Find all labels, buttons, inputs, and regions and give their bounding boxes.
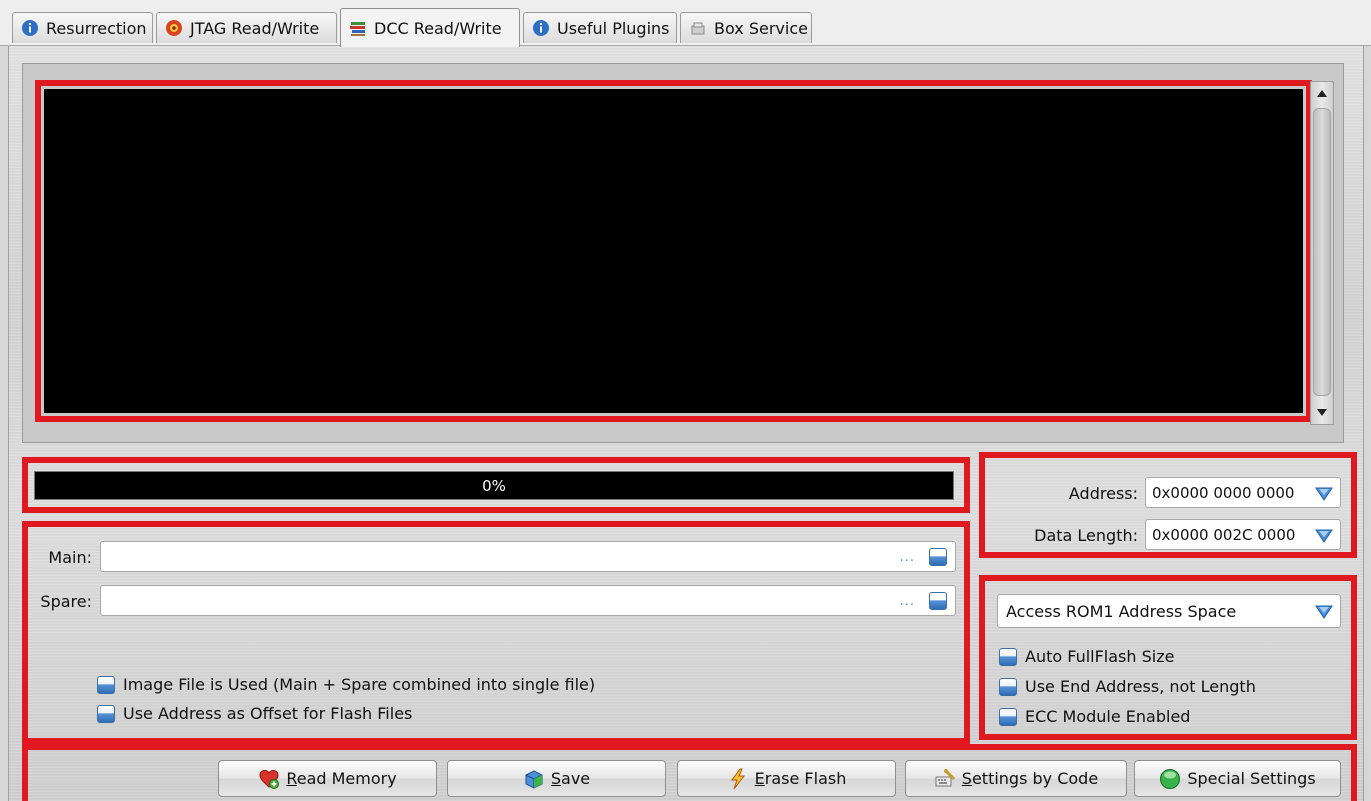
save-box-icon [523, 768, 545, 790]
checkbox-box[interactable] [999, 647, 1017, 666]
progress-text: 0% [482, 476, 506, 495]
main-label: Main: [48, 548, 92, 567]
tab-label: Useful Plugins [557, 18, 670, 38]
ecc-enabled-checkbox[interactable]: ECC Module Enabled [999, 707, 1190, 726]
checkbox-label: ECC Module Enabled [1025, 707, 1191, 726]
checkbox-label: Use End Address, not Length [1025, 677, 1256, 696]
lightning-icon [727, 768, 749, 790]
chevron-down-icon[interactable] [1314, 602, 1334, 620]
tab-box-service[interactable]: Box Service [680, 12, 812, 43]
erase-flash-button[interactable]: Erase Flash [677, 760, 896, 797]
button-label: Read Memory [286, 769, 397, 788]
tab-label: DCC Read/Write [374, 18, 502, 38]
log-scrollbar[interactable] [1310, 81, 1334, 425]
progress-bar: 0% [34, 471, 954, 500]
browse-hint: ... [899, 550, 915, 565]
image-file-used-checkbox[interactable]: Image File is Used (Main + Spare combine… [97, 675, 595, 694]
books-icon [349, 19, 367, 37]
tab-resurrection[interactable]: Resurrection [12, 12, 153, 43]
save-button[interactable]: Save [447, 760, 666, 797]
address-space-select[interactable]: Access ROM1 Address Space [997, 594, 1341, 628]
use-end-address-checkbox[interactable]: Use End Address, not Length [999, 677, 1256, 696]
checkbox-box[interactable] [999, 677, 1017, 696]
tab-label: Box Service [714, 18, 808, 38]
address-label: Address: [1068, 484, 1138, 503]
checkbox-label: Use Address as Offset for Flash Files [123, 704, 413, 723]
address-field[interactable]: 0x0000 0000 0000 [1145, 477, 1341, 508]
address-value: 0x0000 0000 0000 [1152, 483, 1295, 502]
green-circle-icon [1159, 768, 1181, 790]
main-file-field[interactable]: ... [100, 541, 956, 572]
tab-strip: Resurrection JTAG Read/Write DCC Read/Wr… [0, 0, 1371, 47]
scroll-thumb[interactable] [1313, 108, 1331, 396]
button-label: Erase Flash [754, 769, 847, 788]
spare-browse-button[interactable] [929, 592, 947, 610]
checkbox-label: Image File is Used (Main + Spare combine… [123, 675, 596, 694]
spare-file-field[interactable]: ... [100, 585, 956, 616]
data-length-dropdown-icon[interactable] [1314, 526, 1334, 544]
checkbox-box[interactable] [97, 704, 115, 723]
scroll-up-icon[interactable] [1317, 90, 1327, 97]
box-icon [689, 19, 707, 37]
special-settings-button[interactable]: Special Settings [1134, 760, 1341, 797]
tab-dcc-read-write[interactable]: DCC Read/Write [340, 8, 520, 47]
data-length-value: 0x0000 002C 0000 [1152, 525, 1296, 544]
address-space-value: Access ROM1 Address Space [1006, 601, 1237, 621]
chip-icon [165, 19, 183, 37]
browse-hint: ... [899, 594, 915, 609]
address-as-offset-checkbox[interactable]: Use Address as Offset for Flash Files [97, 704, 412, 723]
info-icon [532, 19, 550, 37]
read-memory-button[interactable]: Read Memory [218, 760, 437, 797]
log-console[interactable] [44, 89, 1303, 413]
checkbox-box[interactable] [999, 707, 1017, 726]
settings-by-code-button[interactable]: Settings by Code [905, 760, 1127, 797]
checkbox-box[interactable] [97, 675, 115, 694]
keyboard-wrench-icon [934, 768, 956, 790]
button-label: Special Settings [1187, 769, 1316, 788]
tab-label: Resurrection [46, 18, 147, 38]
button-label: Save [550, 769, 591, 788]
tab-label: JTAG Read/Write [190, 18, 320, 38]
address-dropdown-icon[interactable] [1314, 484, 1334, 502]
checkbox-label: Auto FullFlash Size [1025, 647, 1175, 666]
button-label: Settings by Code [961, 769, 1099, 788]
heart-icon [258, 768, 280, 790]
tab-useful-plugins[interactable]: Useful Plugins [523, 12, 677, 43]
data-length-field[interactable]: 0x0000 002C 0000 [1145, 519, 1341, 550]
data-length-label: Data Length: [1034, 526, 1138, 545]
main-browse-button[interactable] [929, 548, 947, 566]
scroll-down-icon[interactable] [1317, 409, 1327, 416]
auto-fullflash-checkbox[interactable]: Auto FullFlash Size [999, 647, 1174, 666]
tab-jtag-read-write[interactable]: JTAG Read/Write [156, 12, 337, 43]
spare-label: Spare: [40, 592, 92, 611]
info-icon [21, 19, 39, 37]
